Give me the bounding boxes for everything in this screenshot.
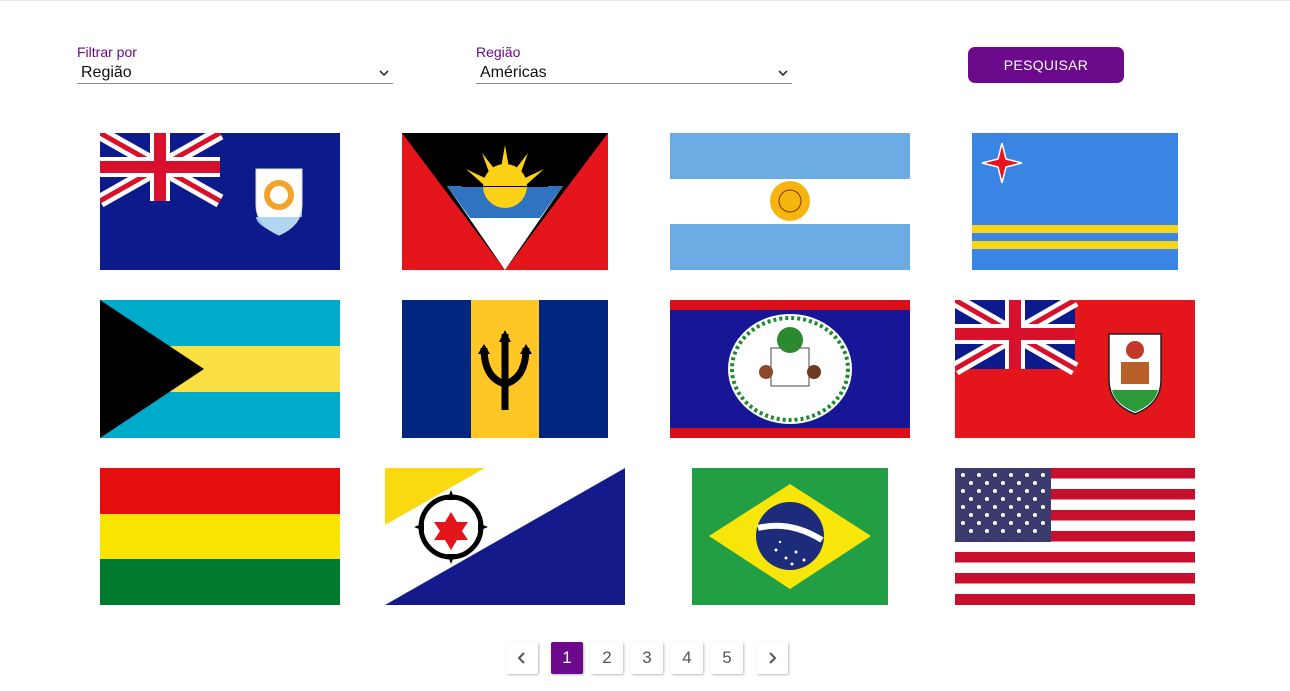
flag-bonaire-icon xyxy=(385,468,625,605)
flag-bolivia-card[interactable] xyxy=(100,468,340,605)
pagination-next-button[interactable] xyxy=(756,642,788,674)
flag-aruba-card[interactable] xyxy=(972,133,1178,270)
filter-by-select[interactable]: Região xyxy=(77,62,393,84)
region-label: Região xyxy=(476,44,521,60)
flag-argentina-card[interactable] xyxy=(670,133,910,270)
filter-by-label: Filtrar por xyxy=(77,44,137,60)
top-divider xyxy=(0,0,1290,1)
flag-bolivia-icon xyxy=(100,468,340,605)
flag-belize-icon xyxy=(670,300,910,438)
filter-by-field: Filtrar por Região xyxy=(77,44,393,84)
flag-barbados-icon xyxy=(402,300,608,438)
pagination-page-1[interactable]: 1 xyxy=(551,642,583,674)
flag-antigua-card[interactable] xyxy=(402,133,608,270)
flag-argentina-icon xyxy=(670,133,910,270)
flag-bahamas-card[interactable] xyxy=(100,300,340,438)
chevron-left-icon xyxy=(517,652,525,664)
pagination-page-5[interactable]: 5 xyxy=(711,642,743,674)
pagination-prev-button[interactable] xyxy=(506,642,538,674)
flag-bahamas-icon xyxy=(100,300,340,438)
chevron-down-icon xyxy=(379,70,389,77)
flag-belize-card[interactable] xyxy=(670,300,910,438)
flag-united-states-icon xyxy=(955,468,1195,605)
search-button[interactable]: PESQUISAR xyxy=(968,47,1124,83)
chevron-down-icon xyxy=(778,70,788,77)
pagination-page-3[interactable]: 3 xyxy=(631,642,663,674)
flag-anguilla-icon xyxy=(100,133,340,270)
flag-bermuda-card[interactable] xyxy=(955,300,1195,438)
flag-brazil-card[interactable] xyxy=(692,468,888,605)
flag-aruba-icon xyxy=(972,133,1178,270)
flag-bermuda-icon xyxy=(955,300,1195,438)
pagination-page-4[interactable]: 4 xyxy=(671,642,703,674)
flag-united-states-card[interactable] xyxy=(955,468,1195,605)
flag-bonaire-card[interactable] xyxy=(385,468,625,605)
flag-barbados-card[interactable] xyxy=(402,300,608,438)
region-value: Américas xyxy=(480,64,547,81)
region-select[interactable]: Américas xyxy=(476,62,792,84)
flag-anguilla-card[interactable] xyxy=(100,133,340,270)
flag-brazil-icon xyxy=(692,468,888,605)
chevron-right-icon xyxy=(769,652,777,664)
filter-by-value: Região xyxy=(81,64,132,81)
pagination-page-2[interactable]: 2 xyxy=(591,642,623,674)
region-field: Região Américas xyxy=(476,44,792,84)
flag-antigua-and-barbuda-icon xyxy=(402,133,608,270)
